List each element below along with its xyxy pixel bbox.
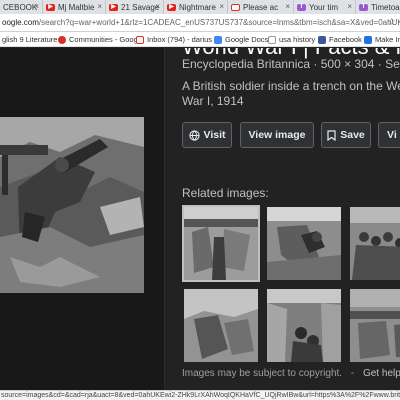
close-icon[interactable]: × [34, 2, 39, 11]
view-image-button[interactable]: View image [240, 122, 314, 148]
image-preview-area [0, 48, 164, 390]
bookmark-label: usa history [279, 35, 316, 44]
close-icon[interactable]: × [347, 2, 352, 11]
youtube-icon: ▶ [46, 3, 55, 11]
tab-label: Mj Maltbie [58, 2, 95, 12]
bookmark-inbox[interactable]: Inbox (794) - darius [136, 35, 212, 44]
preview-image[interactable] [0, 117, 144, 293]
close-icon[interactable]: × [155, 2, 160, 11]
generic-page-icon [268, 35, 276, 44]
generic-page-icon [364, 35, 372, 44]
browser-window: CEBOOK × ▶ Mj Maltbie × ▶ 21 Savage × ▶ … [0, 0, 400, 400]
visit-button[interactable]: Visit [182, 122, 232, 148]
panel-divider [164, 48, 165, 390]
tab-label: Your tim [309, 2, 339, 12]
bookmark-star-icon[interactable]: ☆ [387, 17, 396, 28]
timetoast-icon: T [297, 3, 306, 11]
close-icon[interactable]: × [97, 2, 102, 11]
related-image-thumbnail[interactable] [267, 207, 341, 280]
related-image-thumbnail[interactable] [267, 289, 341, 362]
close-icon[interactable]: × [219, 2, 224, 11]
related-image-thumbnail[interactable] [182, 205, 260, 282]
tab-label: 21 Savage [121, 2, 160, 12]
save-button-label: Save [340, 129, 365, 141]
bookmark-label: glish 9 Literature [2, 35, 58, 44]
gmail-icon [136, 35, 144, 44]
gmail-icon [231, 3, 240, 11]
tab-facebook[interactable]: CEBOOK × [0, 0, 43, 14]
tab-timetoast-1[interactable]: T Your tim × [294, 0, 356, 14]
get-help-link[interactable]: Get help [363, 368, 400, 379]
bookmark-usa-history[interactable]: usa history [268, 35, 315, 44]
tab-label: Nightmare [179, 2, 216, 12]
copyright-footer: Images may be subject to copyright. - Ge… [182, 368, 400, 379]
url-text[interactable]: oogle.com/search?q=war+world+1&rlz=1CADE… [2, 18, 400, 27]
tab-timetoast-2[interactable]: T Timetoas [356, 0, 400, 14]
view-saved-button-label: Vi [387, 129, 397, 141]
related-image-thumbnail[interactable] [350, 207, 400, 280]
tab-strip: CEBOOK × ▶ Mj Maltbie × ▶ 21 Savage × ▶ … [0, 0, 400, 14]
youtube-icon: ▶ [109, 3, 118, 11]
url-path: /search?q=war+world+1&rlz=1CADEAC_enUS73… [38, 18, 400, 27]
tab-youtube-nightmare[interactable]: ▶ Nightmare × [164, 0, 228, 14]
bookmark-communities[interactable]: Communities - Goog [58, 35, 138, 44]
bookmark-label: Facebook [329, 35, 362, 44]
copyright-disclaimer: Images may be subject to copyright. [182, 368, 343, 379]
timetoast-icon: T [359, 3, 368, 11]
communities-icon [58, 35, 66, 44]
view-image-button-label: View image [248, 129, 306, 141]
bookmark-label: Google Docs [225, 35, 269, 44]
youtube-icon: ▶ [167, 3, 176, 11]
save-button[interactable]: Save [321, 122, 371, 148]
related-images-heading: Related images: [182, 186, 269, 200]
bookmark-english-literature[interactable]: glish 9 Literature [2, 35, 57, 44]
url-host: oogle.com [2, 18, 39, 27]
docs-icon [214, 35, 222, 44]
globe-icon [188, 129, 200, 141]
bookmarks-bar: glish 9 Literature Communities - Goog In… [0, 32, 400, 47]
close-icon[interactable]: × [285, 2, 290, 11]
tab-youtube-maltbie[interactable]: ▶ Mj Maltbie × [43, 0, 106, 14]
image-description: A British soldier inside a trench on the… [182, 79, 400, 108]
tab-gmail[interactable]: Please ac × [228, 0, 294, 14]
image-source-meta: Encyclopedia Britannica · 500 × 304 · Se [182, 57, 400, 71]
address-bar[interactable]: oogle.com/search?q=war+world+1&rlz=1CADE… [0, 14, 400, 32]
bookmark-label: Make Im [375, 35, 400, 44]
bookmark-google-docs[interactable]: Google Docs [214, 35, 268, 44]
bookmark-label: Communities - Goog [69, 35, 138, 44]
visit-button-label: Visit [203, 129, 226, 141]
tab-label: Please ac [243, 2, 279, 12]
tab-label: Timetoas [371, 2, 400, 12]
image-preview-panel: World War I | Facts & His Encyclopedia B… [0, 48, 400, 390]
related-image-thumbnail[interactable] [184, 289, 258, 362]
bookmark-make-im[interactable]: Make Im [364, 35, 400, 44]
bookmark-facebook[interactable]: Facebook [318, 35, 362, 44]
bookmark-icon [327, 129, 336, 141]
tab-youtube-savage[interactable]: ▶ 21 Savage × [106, 0, 164, 14]
bookmark-label: Inbox (794) - darius [147, 35, 213, 44]
view-saved-button[interactable]: Vi [378, 122, 400, 148]
tab-label: CEBOOK [3, 2, 38, 12]
footer-separator: - [350, 368, 355, 379]
status-url-bubble: source=images&cd=&cad=rja&uact=8&ved=0ah… [0, 390, 400, 400]
facebook-icon [318, 35, 326, 44]
related-image-thumbnail[interactable] [350, 289, 400, 362]
